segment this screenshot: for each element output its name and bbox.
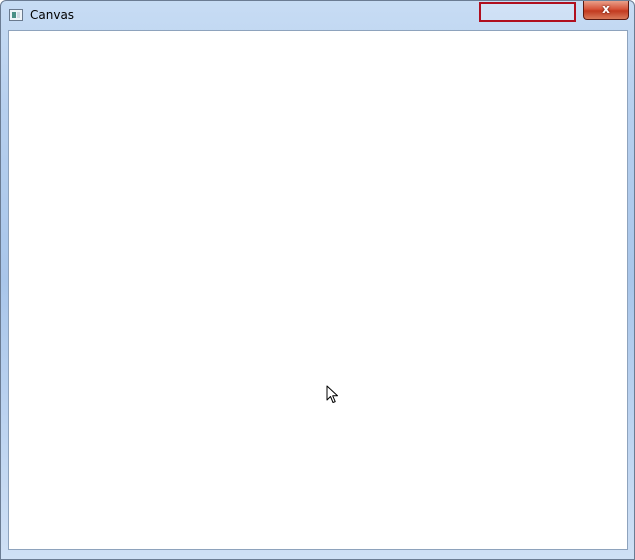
window-title: Canvas xyxy=(30,8,75,22)
title-bar[interactable]: Canvas x xyxy=(1,1,634,30)
close-button[interactable]: x xyxy=(583,1,629,20)
app-window-icon[interactable] xyxy=(9,9,23,21)
highlighted-caption-region xyxy=(479,2,576,22)
close-icon: x xyxy=(602,2,610,16)
mouse-pointer-icon xyxy=(326,385,338,403)
app-window: Canvas x xyxy=(0,0,635,560)
canvas-area[interactable] xyxy=(8,30,628,550)
